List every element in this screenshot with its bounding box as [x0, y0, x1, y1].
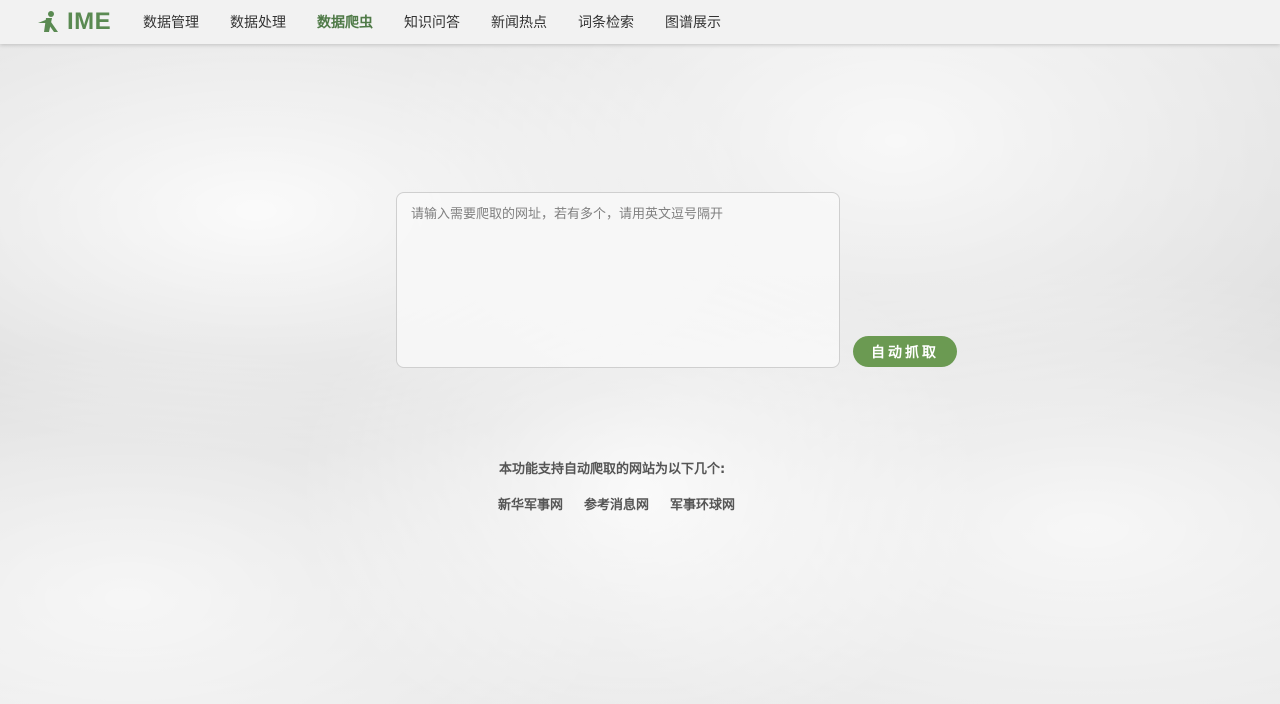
nav-item-data-processing[interactable]: 数据处理 — [230, 12, 286, 32]
nav-item-data-management[interactable]: 数据管理 — [143, 12, 199, 32]
nav-item-data-crawler[interactable]: 数据爬虫 — [317, 12, 373, 32]
auto-fetch-button[interactable]: 自动抓取 — [853, 336, 957, 367]
nav-item-graph-display[interactable]: 图谱展示 — [665, 12, 721, 32]
site-link-reference-news[interactable]: 参考消息网 — [584, 494, 649, 513]
nav-item-entry-search[interactable]: 词条检索 — [578, 12, 634, 32]
logo-text: IME — [67, 8, 112, 35]
site-link-xinhua-military[interactable]: 新华军事网 — [498, 494, 563, 513]
ime-logo-icon — [36, 10, 60, 34]
nav-item-knowledge-qa[interactable]: 知识问答 — [404, 12, 460, 32]
nav-item-news-hotspots[interactable]: 新闻热点 — [491, 12, 547, 32]
logo[interactable]: IME — [36, 8, 111, 36]
supported-sites-list: 新华军事网 参考消息网 军事环球网 — [498, 494, 756, 513]
site-link-huanqiu-military[interactable]: 军事环球网 — [670, 494, 735, 513]
main-nav: 数据管理 数据处理 数据爬虫 知识问答 新闻热点 词条检索 图谱展示 — [143, 0, 752, 44]
url-input[interactable] — [396, 192, 840, 368]
supported-sites-title: 本功能支持自动爬取的网站为以下几个: — [499, 462, 726, 477]
top-navbar: IME 数据管理 数据处理 数据爬虫 知识问答 新闻热点 词条检索 图谱展示 — [0, 0, 1280, 44]
